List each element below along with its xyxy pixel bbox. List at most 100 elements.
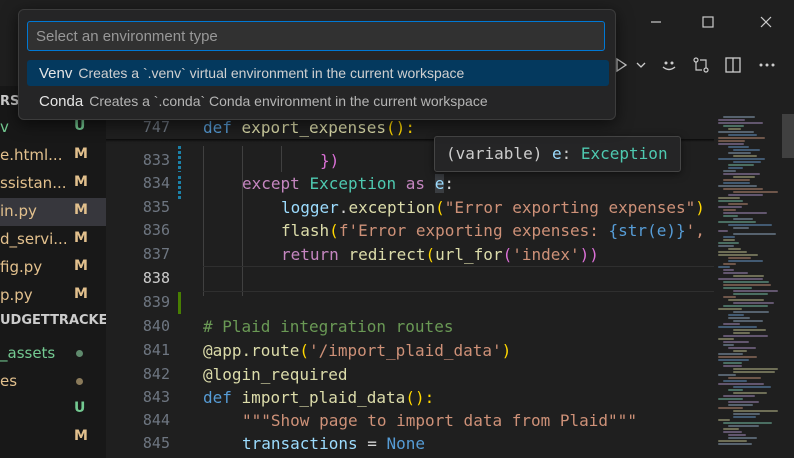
hover-tooltip: (variable) e: Exception xyxy=(434,136,681,172)
minimap-line xyxy=(733,332,750,334)
token: : xyxy=(444,174,454,193)
minimap-line xyxy=(718,440,747,442)
token: (): xyxy=(405,388,435,407)
compare-changes-icon[interactable] xyxy=(690,54,712,76)
minimap-line xyxy=(728,128,741,130)
code-line: 840 # Plaid integration routes xyxy=(106,315,714,338)
line-number: 843 xyxy=(142,388,170,406)
quick-pick-input[interactable] xyxy=(27,21,605,51)
minimap-line xyxy=(728,347,756,349)
file-item[interactable]: fig.py M xyxy=(0,254,106,282)
minimap-line xyxy=(718,383,764,385)
file-name: fig.py xyxy=(0,258,43,276)
hover-signature: (variable) e: Exception xyxy=(446,144,668,163)
file-item[interactable]: d_servi... M xyxy=(0,226,106,254)
file-name: in.py xyxy=(0,202,37,220)
quick-pick-item-text: Conda Creates a `.conda` Conda environmen… xyxy=(39,93,488,110)
token: ( xyxy=(435,198,445,217)
minimap-line xyxy=(728,164,754,166)
minimap-line xyxy=(733,191,778,193)
minimap-line xyxy=(718,359,749,361)
line-number: 835 xyxy=(142,198,170,216)
file-item[interactable]: e.html... M xyxy=(0,142,106,170)
minimap-line xyxy=(728,167,743,169)
minimap-line xyxy=(723,428,739,430)
vertical-scrollbar[interactable] xyxy=(782,112,794,458)
minimap-line xyxy=(728,425,759,427)
minimap-line xyxy=(718,308,742,310)
minimap-line xyxy=(718,338,734,340)
git-status-badge: M xyxy=(74,286,88,302)
minimap-line xyxy=(723,179,750,181)
file-name: v xyxy=(0,118,9,136)
folder-name: es xyxy=(0,372,18,390)
minimap-line xyxy=(728,314,744,316)
file-item[interactable]: p.py M xyxy=(0,282,106,310)
folder-name: _assets xyxy=(0,344,56,362)
minimize-icon[interactable] xyxy=(642,8,670,36)
token: export_expenses xyxy=(241,118,387,137)
line-number: 836 xyxy=(142,221,170,239)
code-text: @login_required xyxy=(203,365,348,384)
quick-pick-label: Conda xyxy=(39,93,84,110)
copilot-icon[interactable] xyxy=(658,54,680,76)
code-text: }) xyxy=(320,151,339,170)
minimap[interactable] xyxy=(714,112,782,458)
minimap-line xyxy=(733,149,760,151)
minimap-line xyxy=(733,386,771,388)
code-text: transactions = None xyxy=(242,434,425,453)
folder-item[interactable]: es xyxy=(0,368,106,396)
minimap-line xyxy=(718,266,730,268)
chevron-down-icon[interactable] xyxy=(630,54,652,76)
minimap-line xyxy=(723,212,767,214)
file-item-active[interactable]: in.py M xyxy=(0,198,106,226)
minimap-line xyxy=(728,194,763,196)
minimap-line xyxy=(718,119,745,121)
file-item[interactable]: U xyxy=(0,396,106,424)
split-editor-icon[interactable] xyxy=(722,54,744,76)
minimap-line xyxy=(723,236,735,238)
minimap-line xyxy=(718,443,752,445)
token: e xyxy=(434,174,445,193)
minimap-line xyxy=(723,296,736,298)
token: Exception xyxy=(309,174,397,193)
quick-pick-item-venv[interactable]: Venv Creates a `.venv` virtual environmen… xyxy=(27,60,609,86)
minimap-line xyxy=(723,335,768,337)
minimap-line xyxy=(723,281,769,283)
file-item[interactable]: ssistan... M xyxy=(0,170,106,198)
minimap-line xyxy=(733,350,747,352)
quick-pick-label: Venv xyxy=(39,65,73,82)
maximize-icon[interactable] xyxy=(694,8,722,36)
environment-type-quick-pick: Venv Creates a `.venv` virtual environmen… xyxy=(18,9,616,120)
line-number: 845 xyxy=(142,434,170,452)
git-status-dot xyxy=(76,378,83,385)
minimap-line xyxy=(723,380,747,382)
token: ', xyxy=(685,221,705,240)
workspace-section-header[interactable]: UDGETTRACKER xyxy=(0,313,106,328)
minimap-line xyxy=(723,269,734,271)
quick-pick-description: Creates a `.conda` Conda environment in … xyxy=(89,93,488,109)
minimap-line xyxy=(733,275,764,277)
token: ) xyxy=(501,341,512,360)
explorer-sidebar: RS v U e.html... M ssistan... M in.py M … xyxy=(0,86,107,458)
minimap-line xyxy=(723,173,760,175)
git-status-badge: U xyxy=(74,400,86,416)
git-status-badge: M xyxy=(74,230,88,246)
code-line: 835 logger.exception("Error exporting ex… xyxy=(106,196,714,219)
line-number: 839 xyxy=(142,293,170,311)
more-actions-icon[interactable] xyxy=(756,54,778,76)
folder-item[interactable]: _assets xyxy=(0,340,106,368)
quick-pick-item-conda[interactable]: Conda Creates a `.conda` Conda environmen… xyxy=(27,88,609,114)
code-text: logger.exception("Error exporting expens… xyxy=(281,198,705,217)
close-icon[interactable] xyxy=(752,8,780,36)
git-status-badge: M xyxy=(74,258,88,274)
minimap-line xyxy=(728,434,746,436)
token: exception xyxy=(348,198,436,217)
code-text: # Plaid integration routes xyxy=(203,317,454,336)
token: ( xyxy=(502,245,513,264)
line-number: 841 xyxy=(142,341,170,359)
minimap-line xyxy=(718,278,763,280)
file-item[interactable]: M xyxy=(0,424,106,452)
scrollbar-thumb[interactable] xyxy=(782,114,794,158)
minimap-line xyxy=(728,146,749,148)
